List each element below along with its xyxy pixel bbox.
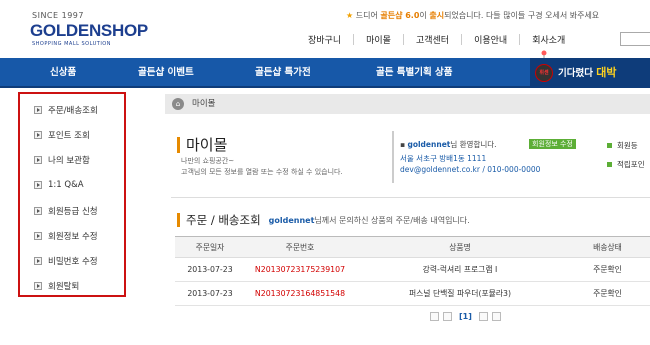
table-row: 2013-07-23 N20130723164851548 퍼스널 단백질 파우… bbox=[175, 281, 650, 306]
pagination: [1] bbox=[430, 312, 501, 321]
site-logo[interactable]: GOLDENSHOP bbox=[30, 21, 148, 41]
orders-table: 주문일자 주문번호 상품명 배송상태 2013-07-23 N201307231… bbox=[175, 236, 650, 306]
menu-event[interactable]: 골든샵 이벤트 bbox=[138, 58, 194, 88]
orders-section-title: 주문 / 배송조회 goldennet 님께서 문의하신 상품의 주문/배송 내역… bbox=[177, 212, 470, 228]
points-link[interactable]: 적립포인 bbox=[607, 159, 645, 170]
page-number[interactable]: [1] bbox=[459, 312, 472, 321]
top-nav: 장바구니 마이몰 고객센터 이용안내 회사소개 bbox=[296, 33, 577, 46]
pin-icon bbox=[541, 50, 547, 58]
page-description: 고객님의 모든 정보를 열람 또는 수정 하실 수 있습니다. bbox=[181, 168, 343, 176]
sidebar-item-wishlist[interactable]: 나의 보관함 bbox=[34, 154, 90, 166]
sidebar-item-points[interactable]: 포인트 조회 bbox=[34, 129, 90, 141]
order-date: 2013-07-23 bbox=[175, 281, 245, 306]
search-input[interactable] bbox=[620, 32, 650, 46]
sidebar-item-order-tracking[interactable]: 주문/배송조회 bbox=[34, 104, 98, 116]
column-header: 상품명 bbox=[355, 236, 565, 258]
table-row: 2013-07-23 N20130723175239107 강력-럭셔리 프로그… bbox=[175, 257, 650, 282]
order-number-link[interactable]: N20130723164851548 bbox=[245, 281, 355, 306]
home-icon[interactable]: ⌂ bbox=[172, 98, 184, 110]
arrow-right-icon bbox=[34, 181, 42, 189]
user-address: 서울 서초구 방배1동 1111 bbox=[400, 154, 487, 163]
arrow-right-icon bbox=[34, 106, 42, 114]
notice-bar: ★ 드디어 골든샵 6.0이 출시되었습니다. 다들 많이들 구경 오세서 봐주… bbox=[346, 11, 600, 20]
promo-text: 기다렸다 대박 bbox=[558, 66, 617, 79]
since-text: SINCE 1997 bbox=[32, 11, 84, 20]
column-header: 주문일자 bbox=[175, 236, 245, 258]
arrow-right-icon bbox=[34, 257, 42, 265]
menu-special-sale[interactable]: 골든샵 특가전 bbox=[255, 58, 311, 88]
product-name-link[interactable]: 강력-럭셔리 프로그램 I bbox=[355, 257, 565, 282]
edit-profile-button[interactable]: 회원정보 수정 bbox=[529, 139, 576, 149]
topnav-company[interactable]: 회사소개 bbox=[520, 33, 577, 46]
topnav-cart[interactable]: 장바구니 bbox=[296, 33, 353, 46]
next-page-button[interactable] bbox=[478, 312, 488, 321]
sidebar-item-change-password[interactable]: 비밀번호 수정 bbox=[34, 255, 98, 267]
sidebar-item-edit-profile[interactable]: 회원정보 수정 bbox=[34, 230, 98, 242]
logo-tagline: SHOPPING MALL SOLUTION bbox=[32, 41, 111, 47]
arrow-right-icon bbox=[34, 131, 42, 139]
arrow-right-icon bbox=[34, 207, 42, 215]
order-date: 2013-07-23 bbox=[175, 257, 245, 282]
page-subtitle: 나만의 쇼핑공간~ bbox=[181, 157, 235, 165]
arrow-right-icon bbox=[34, 232, 42, 240]
sidebar-item-withdraw[interactable]: 회원탈퇴 bbox=[34, 280, 79, 292]
welcome-box: ▪ goldennet님 환영합니다. 회원정보 수정 서울 서초구 방배1동 … bbox=[392, 131, 590, 183]
arrow-right-icon bbox=[34, 282, 42, 290]
page-title: 마이몰 bbox=[177, 134, 227, 155]
welcome-text: ▪ goldennet님 환영합니다. bbox=[400, 140, 497, 149]
breadcrumb: ⌂ 마이몰 bbox=[165, 94, 650, 114]
member-links: 회원등 적립포인 bbox=[607, 140, 645, 178]
topnav-guide[interactable]: 이용안내 bbox=[462, 33, 519, 46]
delivery-status: 주문확인 bbox=[565, 281, 650, 306]
user-contact: dev@goldennet.co.kr / 010-000-0000 bbox=[400, 165, 541, 174]
topnav-customer-center[interactable]: 고객센터 bbox=[404, 33, 461, 46]
topnav-mymall[interactable]: 마이몰 bbox=[354, 33, 403, 46]
menu-special-plan[interactable]: 골든 특별기획 상품 bbox=[376, 58, 453, 88]
menu-new-products[interactable]: 신상품 bbox=[50, 58, 76, 88]
column-header: 주문번호 bbox=[245, 236, 355, 258]
star-icon: ★ bbox=[346, 11, 354, 20]
table-header-row: 주문일자 주문번호 상품명 배송상태 bbox=[175, 236, 650, 258]
member-grade-link[interactable]: 회원등 bbox=[607, 140, 645, 151]
promo-badge: 휘센 bbox=[535, 64, 553, 82]
divider bbox=[171, 197, 650, 198]
sidebar-item-grade-request[interactable]: 회원등급 신청 bbox=[34, 205, 98, 217]
breadcrumb-label: 마이몰 bbox=[192, 99, 216, 109]
first-page-button[interactable] bbox=[430, 312, 439, 321]
delivery-status: 주문확인 bbox=[565, 257, 650, 282]
prev-page-button[interactable] bbox=[443, 312, 452, 321]
column-header: 배송상태 bbox=[565, 236, 650, 258]
site-header: SINCE 1997 GOLDENSHOP SHOPPING MALL SOLU… bbox=[0, 0, 650, 58]
sidebar-item-qna[interactable]: 1:1 Q&A bbox=[34, 180, 84, 190]
last-page-button[interactable] bbox=[491, 312, 501, 321]
promo-banner[interactable]: 휘센 기다렸다 대박 bbox=[530, 50, 650, 88]
mypage-sidebar: 주문/배송조회 포인트 조회 나의 보관함 1:1 Q&A 회원등급 신청 회원… bbox=[18, 92, 126, 297]
order-number-link[interactable]: N20130723175239107 bbox=[245, 257, 355, 282]
arrow-right-icon bbox=[34, 156, 42, 164]
product-name-link[interactable]: 퍼스널 단백질 파우더(포뮬라3) bbox=[355, 281, 565, 306]
